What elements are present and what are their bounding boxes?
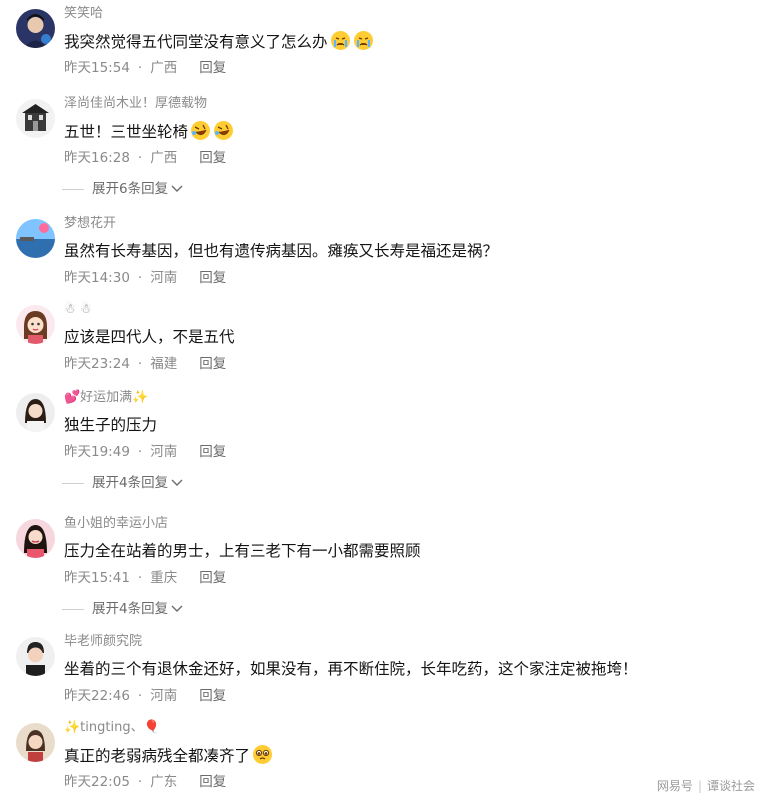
watermark-account: 谭谈社会 [706,779,755,793]
comment-time: 昨天23:24 [64,356,130,372]
reply-button[interactable]: 回复 [199,774,226,790]
meta-separator: · [137,356,143,372]
commenter-name[interactable]: 鱼小姐的幸运小店 [64,516,168,532]
comment-text: 我突然觉得五代同堂没有意义了怎么办 [64,30,374,53]
crying-face-icon [353,30,374,51]
expand-replies-button[interactable]: 展开4条回复 [62,474,183,492]
commenter-name[interactable]: ☃ ☃ [64,302,91,318]
comment-meta: 昨天16:28 · 广西 回复 [64,149,226,167]
meta-separator: · [137,774,143,790]
expand-replies-button[interactable]: 展开4条回复 [62,600,183,618]
reply-button[interactable]: 回复 [199,444,226,460]
comment-text-body: 真正的老弱病残全都凑齐了 [64,747,251,765]
comment-time: 昨天15:41 [64,570,130,586]
comment-meta: 昨天19:49 · 河南 回复 [64,443,226,461]
comment-time: 昨天19:49 [64,444,130,460]
rolling-laugh-icon [213,120,234,141]
comment-time: 昨天22:46 [64,688,130,704]
comment-region: 重庆 [150,570,178,586]
chevron-down-icon [171,600,183,618]
comment-region: 河南 [150,688,178,704]
rolling-laugh-icon [190,120,211,141]
meta-separator: · [137,270,143,286]
comment-text: 五世！三世坐轮椅 [64,120,234,143]
commenter-name[interactable]: 泽尚佳尚木业！厚德载物 [64,96,207,112]
comment-meta: 昨天22:05 · 广东 回复 [64,773,226,791]
comment-region: 福建 [150,356,178,372]
expand-replies-label: 展开4条回复 [92,601,169,617]
avatar[interactable] [16,393,55,432]
comment-text-body: 我突然觉得五代同堂没有意义了怎么办 [64,33,328,51]
watermark-brand: 网易号 [656,779,693,793]
watermark-separator: | [697,779,702,793]
chevron-down-icon [171,474,183,492]
comment-meta: 昨天14:30 · 河南 回复 [64,269,226,287]
divider-line [62,482,84,484]
pleading-face-icon [252,744,273,765]
comment-meta: 昨天22:46 · 河南 回复 [64,687,226,705]
meta-separator: · [137,444,143,460]
commenter-name[interactable]: ✨tingting、🎈 [64,720,160,736]
meta-separator: · [137,150,143,166]
meta-separator: · [137,570,143,586]
expand-replies-label: 展开6条回复 [92,181,169,197]
meta-separator: · [137,60,143,76]
comment-text: 坐着的三个有退休金还好，如果没有，再不断住院，长年吃药，这个家注定被拖垮！ [64,660,638,678]
avatar[interactable] [16,637,55,676]
avatar[interactable] [16,219,55,258]
comment-meta: 昨天23:24 · 福建 回复 [64,355,226,373]
comment-text-body: 五世！三世坐轮椅 [64,123,189,141]
comment-meta: 昨天15:54 · 广西 回复 [64,59,226,77]
commenter-name[interactable]: 💕好运加满✨ [64,390,148,406]
divider-line [62,188,84,190]
comment-meta: 昨天15:41 · 重庆 回复 [64,569,226,587]
comment-text: 真正的老弱病残全都凑齐了 [64,744,273,767]
avatar[interactable] [16,9,55,48]
comment-region: 广西 [150,60,178,76]
expand-replies-label: 展开4条回复 [92,475,169,491]
comment-time: 昨天22:05 [64,774,130,790]
crying-face-icon [330,30,351,51]
comment-time: 昨天15:54 [64,60,130,76]
comment-text: 应该是四代人，不是五代 [64,328,235,346]
divider-line [62,608,84,610]
comment-region: 河南 [150,270,178,286]
meta-separator: · [137,688,143,704]
comment-region: 广西 [150,150,178,166]
reply-button[interactable]: 回复 [199,356,226,372]
commenter-name[interactable]: 毕老师颜究院 [64,634,142,650]
avatar[interactable] [16,723,55,762]
commenter-name[interactable]: 笑笑哈 [64,6,103,22]
comment-text: 独生子的压力 [64,416,158,434]
reply-button[interactable]: 回复 [199,570,226,586]
comment-region: 广东 [150,774,178,790]
comment-region: 河南 [150,444,178,460]
avatar[interactable] [16,305,55,344]
comment-text: 压力全在站着的男士，上有三老下有一小都需要照顾 [64,542,421,560]
reply-button[interactable]: 回复 [199,688,226,704]
watermark: 网易号 | 谭谈社会 [657,777,755,794]
comment-time: 昨天14:30 [64,270,130,286]
reply-button[interactable]: 回复 [199,150,226,166]
avatar[interactable] [16,99,55,138]
comment-text: 虽然有长寿基因，但也有遗传病基因。瘫痪又长寿是福还是祸？ [64,242,499,260]
avatar[interactable] [16,519,55,558]
commenter-name[interactable]: 梦想花开 [64,216,116,232]
reply-button[interactable]: 回复 [199,270,226,286]
chevron-down-icon [171,180,183,198]
expand-replies-button[interactable]: 展开6条回复 [62,180,183,198]
comment-time: 昨天16:28 [64,150,130,166]
reply-button[interactable]: 回复 [199,60,226,76]
